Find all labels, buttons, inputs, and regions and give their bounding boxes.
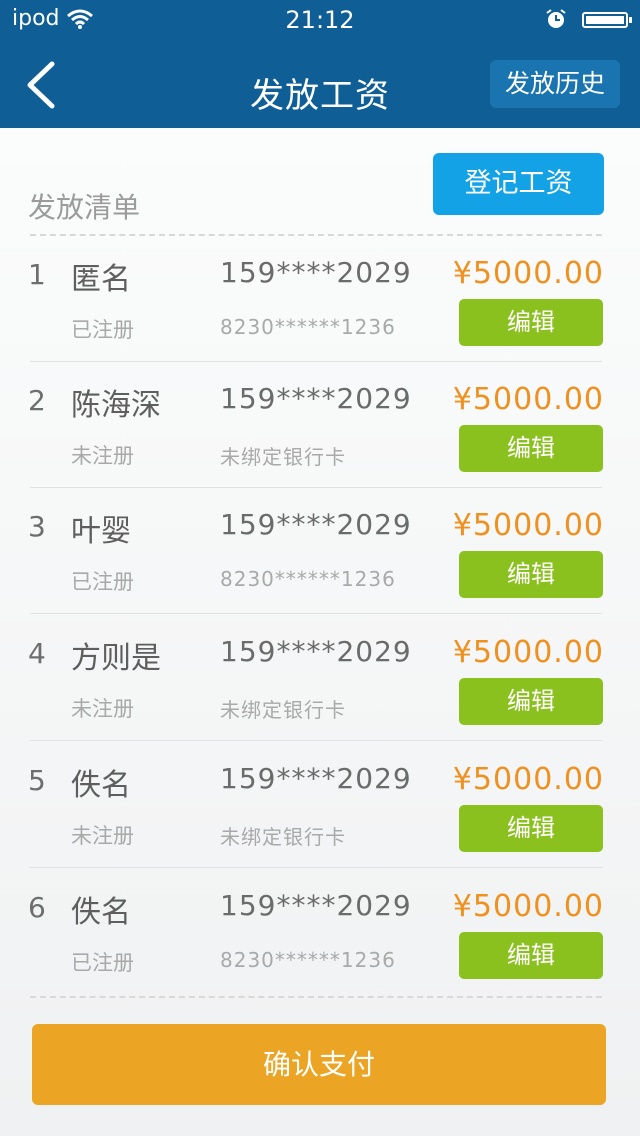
row-divider xyxy=(30,613,602,614)
salary-amount: ¥5000.00 xyxy=(452,256,604,291)
salary-amount: ¥5000.00 xyxy=(452,762,604,797)
employee-name: 佚名 xyxy=(71,895,131,930)
item-index: 2 xyxy=(28,384,46,417)
registration-status: 未注册 xyxy=(71,444,134,468)
list-item: 1 匿名已注册 159****2029 8230******1236 ¥5000.00 编… xyxy=(0,236,640,362)
list-item: 4 方则是未注册 159****2029 未绑定银行卡 ¥5000.00 编辑 xyxy=(0,615,640,741)
list-item: 2 陈海深未注册 159****2029 未绑定银行卡 ¥5000.00 编辑 xyxy=(0,362,640,488)
item-index: 1 xyxy=(28,258,46,291)
employee-name: 佚名 xyxy=(71,768,131,803)
phone-number: 159****2029 xyxy=(220,382,412,415)
edit-button[interactable]: 编辑 xyxy=(459,425,603,472)
employee-name: 方则是 xyxy=(71,641,161,676)
row-divider xyxy=(30,740,602,741)
nav-bar: 发放工资 发放历史 xyxy=(0,40,640,128)
registration-status: 已注册 xyxy=(71,951,134,975)
phone-number: 159****2029 xyxy=(220,508,412,541)
row-divider xyxy=(30,867,602,868)
phone-number: 159****2029 xyxy=(220,256,412,289)
item-index: 6 xyxy=(28,891,46,924)
edit-button[interactable]: 编辑 xyxy=(459,551,603,598)
confirm-payment-button[interactable]: 确认支付 xyxy=(32,1024,606,1105)
registration-status: 已注册 xyxy=(71,570,134,594)
employee-name: 匿名 xyxy=(71,262,131,297)
registration-status: 未注册 xyxy=(71,824,134,848)
edit-button[interactable]: 编辑 xyxy=(459,678,603,725)
employee-name: 陈海深 xyxy=(71,388,161,423)
phone-number: 159****2029 xyxy=(220,635,412,668)
alarm-icon xyxy=(546,9,566,28)
registration-status: 已注册 xyxy=(71,318,134,342)
edit-button[interactable]: 编辑 xyxy=(459,932,603,979)
item-index: 3 xyxy=(28,510,46,543)
list-item: 5 佚名未注册 159****2029 未绑定银行卡 ¥5000.00 编辑 xyxy=(0,742,640,868)
status-bar: ipod 21:12 xyxy=(0,0,640,40)
bank-card: 未绑定银行卡 xyxy=(220,445,346,469)
bank-card: 未绑定银行卡 xyxy=(220,698,346,722)
list-item: 3 叶婴已注册 159****2029 8230******1236 ¥5000.00 编… xyxy=(0,488,640,614)
salary-amount: ¥5000.00 xyxy=(452,382,604,417)
item-index: 4 xyxy=(28,637,46,670)
registration-status: 未注册 xyxy=(71,697,134,721)
edit-button[interactable]: 编辑 xyxy=(459,299,603,346)
employee-name: 叶婴 xyxy=(71,514,131,549)
battery-icon xyxy=(582,12,632,28)
bank-card: 未绑定银行卡 xyxy=(220,825,346,849)
status-time: 21:12 xyxy=(285,6,355,34)
list-title: 发放清单 xyxy=(28,191,141,224)
salary-amount: ¥5000.00 xyxy=(452,508,604,543)
phone-number: 159****2029 xyxy=(220,762,412,795)
salary-amount: ¥5000.00 xyxy=(452,889,604,924)
edit-button[interactable]: 编辑 xyxy=(459,805,603,852)
history-button[interactable]: 发放历史 xyxy=(490,60,620,108)
item-index: 5 xyxy=(28,764,46,797)
bank-card: 8230******1236 xyxy=(220,567,396,591)
main-content: 发放清单 登记工资 1 匿名已注册 159****2029 8230******123… xyxy=(0,128,640,1136)
bank-card: 8230******1236 xyxy=(220,315,396,339)
bottom-divider xyxy=(30,996,602,998)
list-item: 6 佚名已注册 159****2029 8230******1236 ¥5000.00 编… xyxy=(0,869,640,995)
phone-number: 159****2029 xyxy=(220,889,412,922)
bank-card: 8230******1236 xyxy=(220,948,396,972)
salary-amount: ¥5000.00 xyxy=(452,635,604,670)
register-salary-button[interactable]: 登记工资 xyxy=(433,153,604,215)
